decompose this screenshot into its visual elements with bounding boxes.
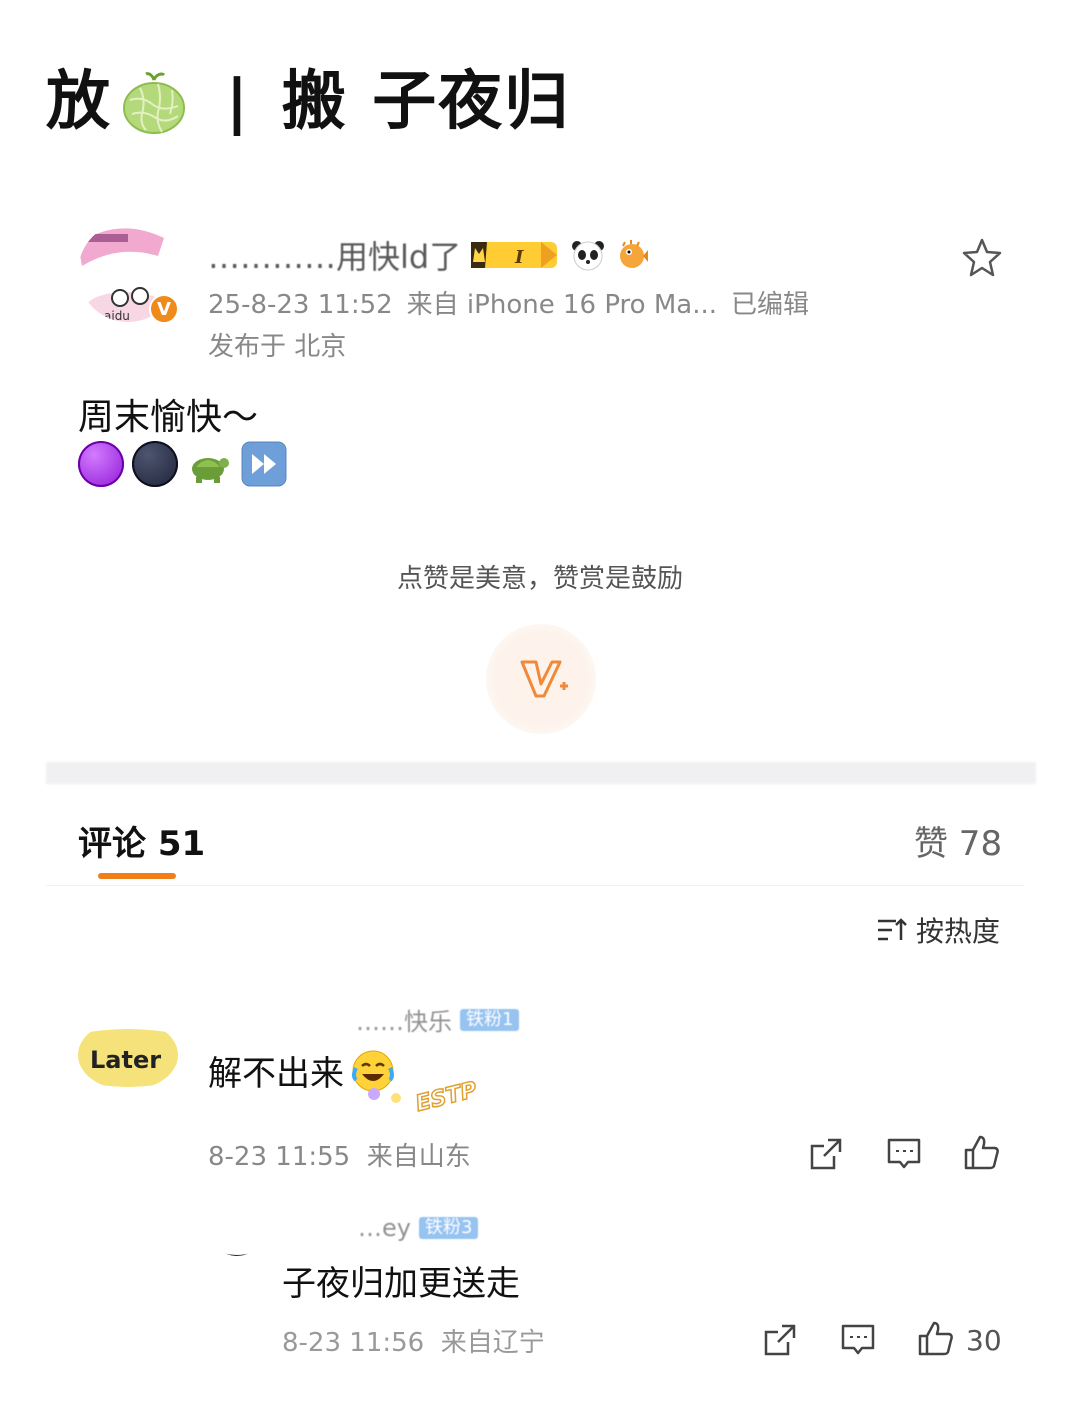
tab-active-indicator <box>98 873 176 879</box>
melon-icon <box>123 72 185 134</box>
svg-text:Later: Later <box>90 1046 161 1074</box>
panda-icon <box>572 241 605 271</box>
comment-username-text[interactable]: ……快乐 <box>356 1002 452 1037</box>
sort-button[interactable]: 按热度 <box>876 910 1000 950</box>
fan-badge: 铁粉1 <box>460 1008 520 1031</box>
page-title: 放 | 搬 子夜归 <box>46 62 570 142</box>
comment-text: 解不出来 <box>208 1054 344 1094</box>
fast-forward-icon <box>241 441 287 487</box>
tab-divider <box>46 885 1024 886</box>
tab-comments[interactable]: 评论 51 <box>78 816 205 865</box>
reply-time: 8-23 11:56 <box>282 1328 425 1358</box>
sort-icon <box>878 918 907 941</box>
comment-meta: 8-23 11:55 来自山东 <box>208 1136 471 1173</box>
reply-username[interactable]: …ey 铁粉3 <box>358 1214 479 1242</box>
pufferfish-icon <box>620 240 649 268</box>
post-meta: 25-8-23 11:52 来自 iPhone 16 Pro Ma... 已编辑 <box>208 284 823 321</box>
post-source: 来自 iPhone 16 Pro Ma... <box>406 290 717 320</box>
reward-button[interactable] <box>486 624 596 734</box>
title-left: 放 <box>46 65 112 139</box>
black-circle-icon <box>132 441 178 487</box>
post-edited: 已编辑 <box>730 290 809 320</box>
reply-source: 来自辽宁 <box>440 1328 545 1358</box>
post-text: 周末愉快～ <box>78 397 259 438</box>
reply-username-text[interactable]: …ey <box>358 1214 411 1242</box>
reward-prompt: 点赞是美意，赞赏是鼓励 <box>396 564 683 594</box>
crown-level-icon: I <box>471 242 558 268</box>
reply-like-icon[interactable] <box>916 1318 956 1358</box>
title-separator: | <box>226 67 248 137</box>
svg-text:aidu: aidu <box>104 309 130 322</box>
reply-meta: 8-23 11:56 来自辽宁 <box>282 1322 545 1359</box>
reply-share-icon[interactable] <box>760 1320 800 1360</box>
reply-text: 子夜归加更送走 <box>282 1264 520 1304</box>
author-username-row[interactable]: …………用快ld了 I <box>208 232 649 278</box>
tab-likes[interactable]: 赞 78 <box>914 816 1002 865</box>
reply-like-count: 30 <box>966 1324 1002 1357</box>
svg-text:I: I <box>514 247 524 268</box>
comment-avatar[interactable]: Later <box>78 1020 178 1090</box>
purple-circle-icon <box>78 441 124 487</box>
comment-username[interactable]: ……快乐 铁粉1 <box>356 1002 520 1037</box>
post-emoji-row <box>78 440 288 488</box>
reply-fan-badge: 铁粉3 <box>418 1217 479 1239</box>
reward-v-plus-icon <box>520 660 568 698</box>
favorite-star-icon[interactable] <box>960 236 1004 280</box>
author-name[interactable]: …………用快ld了 <box>208 232 461 278</box>
title-right: 搬 子夜归 <box>281 65 571 139</box>
comment-source: 来自山东 <box>366 1142 471 1172</box>
post-location: 发布于 北京 <box>208 332 347 362</box>
sort-label: 按热度 <box>916 915 1001 948</box>
verified-badge: V <box>149 294 179 324</box>
svg-text:ESTP: ESTP <box>413 1078 479 1117</box>
turtle-icon <box>192 458 229 483</box>
like-icon[interactable] <box>962 1132 1002 1172</box>
post-time: 25-8-23 11:52 <box>208 290 393 320</box>
reply-avatar[interactable] <box>210 1226 264 1256</box>
reply-comment-icon[interactable] <box>838 1320 878 1360</box>
section-divider <box>46 762 1036 784</box>
comment-icon[interactable] <box>884 1134 924 1174</box>
comment-time: 8-23 11:55 <box>208 1142 351 1172</box>
share-icon[interactable] <box>806 1134 846 1174</box>
estp-sticker: ESTP <box>368 1077 480 1118</box>
